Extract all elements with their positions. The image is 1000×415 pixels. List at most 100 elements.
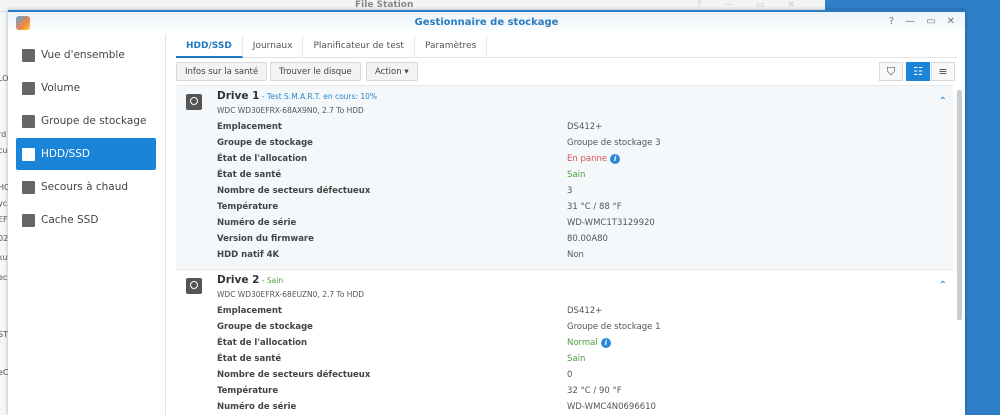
property-label: État de santé <box>217 170 282 180</box>
property-label: Température <box>217 202 279 212</box>
ssd-cache-icon <box>22 213 35 227</box>
property-row: Version du firmware 80.00A80 <box>217 232 953 246</box>
find-disk-button[interactable]: Trouver le disque <box>270 62 361 81</box>
property-value-text: Non <box>567 250 584 260</box>
chevron-up-icon[interactable]: ⌃ <box>939 96 947 107</box>
property-row: Température 32 °C / 90 °F <box>217 384 953 398</box>
property-value: DS412+ <box>567 304 602 318</box>
drive-name: Drive 2 - Sain <box>217 274 283 286</box>
health-info-button[interactable]: Infos sur la santé <box>176 62 268 81</box>
property-row: Température 31 °C / 88 °F <box>217 200 953 214</box>
property-value-text: En panne <box>567 154 608 164</box>
tab-1[interactable]: Journaux <box>243 36 304 58</box>
overview-icon <box>22 48 35 62</box>
property-row: Groupe de stockage Groupe de stockage 3 <box>217 136 953 150</box>
close-button[interactable]: ✕ <box>947 16 955 27</box>
sidebar: Vue d'ensemble Volume Groupe de stockage HD… <box>8 34 166 415</box>
tab-3[interactable]: Paramètres <box>415 36 488 58</box>
drive-name: Drive 1 - Test S.M.A.R.T. en cours: 10% <box>217 90 377 102</box>
storage-pool-icon <box>22 114 35 128</box>
sidebar-item-volume[interactable]: Volume <box>16 72 156 104</box>
hot-spare-icon <box>22 180 35 194</box>
property-value-text: 80.00A80 <box>567 234 608 244</box>
background-text: rd <box>0 130 7 139</box>
property-row: Groupe de stockage Groupe de stockage 1 <box>217 320 953 334</box>
detail-view-icon[interactable]: ☷ <box>906 62 930 81</box>
drive-title: Drive 2 <box>217 274 260 286</box>
property-row: Emplacement DS412+ <box>217 304 953 318</box>
property-value-text: Sain <box>567 354 586 364</box>
background-text: ec <box>0 273 8 282</box>
window-title: Gestionnaire de stockage <box>414 17 559 28</box>
property-row: État de l'allocation En panne i <box>217 152 953 166</box>
property-value-text: Sain <box>567 170 586 180</box>
property-row: HDD natif 4K Non <box>217 248 953 262</box>
tab-2[interactable]: Planificateur de test <box>303 36 415 58</box>
hdd-icon <box>186 94 202 110</box>
property-label: Numéro de série <box>217 402 297 412</box>
property-value: Normal i <box>567 336 611 350</box>
drive-model: WDC WD30EFRX-68EUZN0, 2.7 To HDD <box>217 290 364 299</box>
property-value: 0 <box>567 368 572 382</box>
hdd-icon <box>186 278 202 294</box>
property-label: État de santé <box>217 354 282 364</box>
property-value: Non <box>567 248 584 262</box>
tab-0[interactable]: HDD/SSD <box>176 36 243 58</box>
drive-title: Drive 1 <box>217 90 260 102</box>
property-value: En panne i <box>567 152 621 166</box>
property-value: Sain <box>567 168 585 182</box>
sidebar-item-storage-pool[interactable]: Groupe de stockage <box>16 105 156 137</box>
property-value: 80.00A80 <box>567 232 608 246</box>
property-value-text: DS412+ <box>567 122 603 132</box>
property-value-text: 0 <box>567 370 573 380</box>
sidebar-item-label: HDD/SSD <box>41 148 91 160</box>
list-view-icon[interactable]: ≡ <box>931 62 955 81</box>
sidebar-item-label: Volume <box>41 82 81 94</box>
property-value: 3 <box>567 184 572 198</box>
property-value-text: DS412+ <box>567 306 603 316</box>
sidebar-item-hot-spare[interactable]: Secours à chaud <box>16 171 156 203</box>
property-value: WD-WMC1T3129920 <box>567 216 655 230</box>
tab-bar: HDD/SSD Journaux Planificateur de test Para… <box>176 34 957 58</box>
scrollbar[interactable] <box>957 90 962 320</box>
drive-card[interactable]: Drive 2 - Sain WDC WD30EFRX-68EUZN0, 2.7 … <box>176 269 953 414</box>
volume-icon <box>22 81 35 95</box>
sidebar-item-label: Vue d'ensemble <box>41 49 125 61</box>
background-text: ST <box>0 330 8 339</box>
chevron-up-icon[interactable]: ⌃ <box>939 280 947 291</box>
background-text: yc <box>0 199 8 208</box>
property-value: WD-WMC4N0696610 <box>567 400 656 414</box>
property-row: Nombre de secteurs défectueux 3 <box>217 184 953 198</box>
property-label: Numéro de série <box>217 218 297 228</box>
background-text: ku <box>0 253 8 262</box>
info-icon[interactable]: i <box>600 338 611 348</box>
property-row: État de l'allocation Normal i <box>217 336 953 350</box>
main-panel: HDD/SSD Journaux Planificateur de test Para… <box>168 34 965 415</box>
property-row: Numéro de série WD-WMC1T3129920 <box>217 216 953 230</box>
property-row: Numéro de série WD-WMC4N0696610 <box>217 400 953 414</box>
property-row: Emplacement DS412+ <box>217 120 953 134</box>
drive-card[interactable]: Drive 1 - Test S.M.A.R.T. en cours: 10% W… <box>176 85 953 269</box>
property-label: État de l'allocation <box>217 154 307 164</box>
sidebar-item-overview[interactable]: Vue d'ensemble <box>16 39 156 71</box>
property-label: Emplacement <box>217 122 282 132</box>
property-value-text: 31 °C / 88 °F <box>567 202 622 212</box>
property-value: Sain <box>567 352 585 366</box>
sidebar-item-ssd-cache[interactable]: Cache SSD <box>16 204 156 236</box>
title-bar[interactable]: Gestionnaire de stockage ? — ▭ ✕ <box>8 12 965 34</box>
help-button[interactable]: ? <box>889 16 894 27</box>
drive-list: Drive 1 - Test S.M.A.R.T. en cours: 10% W… <box>176 85 953 415</box>
background-text: cu <box>0 146 8 155</box>
sidebar-item-hdd[interactable]: HDD/SSD <box>16 138 156 170</box>
sidebar-item-label: Secours à chaud <box>41 181 129 193</box>
property-value-text: Groupe de stockage 3 <box>567 138 661 148</box>
property-label: Groupe de stockage <box>217 138 313 148</box>
action-dropdown[interactable]: Action ▾ <box>366 62 418 81</box>
filter-icon[interactable]: ⛉ <box>879 62 903 81</box>
property-label: Groupe de stockage <box>217 322 313 332</box>
info-icon[interactable]: i <box>610 154 621 164</box>
maximize-button[interactable]: ▭ <box>926 16 935 27</box>
property-value: Groupe de stockage 1 <box>567 320 661 334</box>
property-label: Emplacement <box>217 306 282 316</box>
minimize-button[interactable]: — <box>905 16 915 27</box>
